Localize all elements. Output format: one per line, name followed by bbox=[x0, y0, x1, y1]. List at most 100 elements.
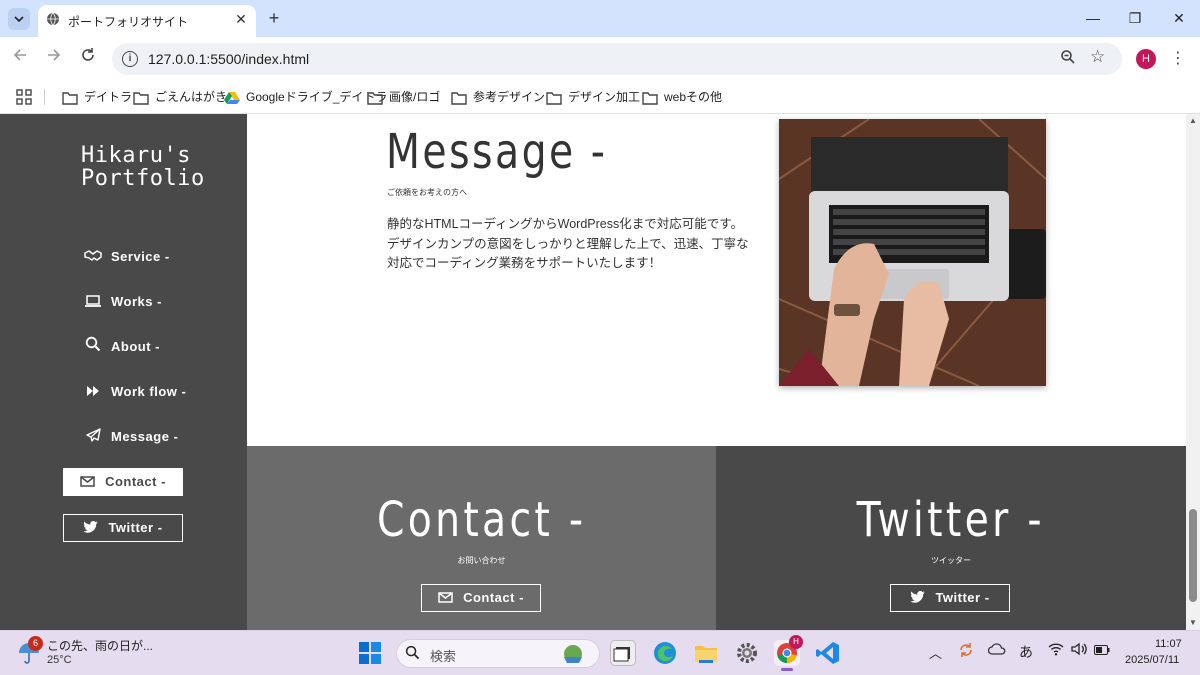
chevron-down-icon bbox=[14, 16, 24, 23]
folder-icon bbox=[367, 92, 383, 105]
scroll-up-arrow-icon[interactable]: ▲ bbox=[1189, 116, 1197, 125]
sidebar-contact-button[interactable]: Contact - bbox=[63, 468, 183, 496]
nav-label: Service - bbox=[111, 249, 170, 264]
folder-icon bbox=[642, 92, 658, 105]
arrow-right-icon bbox=[48, 49, 61, 61]
handshake-icon bbox=[84, 247, 102, 269]
button-label: Twitter - bbox=[935, 590, 990, 605]
bookmark-star-icon[interactable]: ☆ bbox=[1090, 47, 1105, 67]
profile-avatar[interactable]: H bbox=[1136, 49, 1156, 69]
message-section-subtitle: ご依頼をお考えの方へ bbox=[387, 188, 467, 197]
contact-button[interactable]: Contact - bbox=[421, 584, 541, 612]
bookmark-label: デイトラ bbox=[84, 90, 133, 104]
bookmark-item[interactable]: デイトラ bbox=[62, 87, 132, 107]
envelope-icon bbox=[438, 586, 453, 612]
vscode-icon[interactable] bbox=[815, 640, 841, 666]
search-icon bbox=[84, 336, 102, 359]
edge-browser-icon[interactable] bbox=[652, 640, 678, 666]
tab-close-icon[interactable]: ✕ bbox=[234, 11, 248, 27]
bookmarks-bar: デイトラ ごえんはがき Googleドライブ_デイトラ 画像/ロゴ 参考デザイン… bbox=[0, 80, 1200, 114]
scroll-down-arrow-icon[interactable]: ▼ bbox=[1189, 618, 1197, 627]
laptop-photo bbox=[779, 119, 1046, 386]
nav-item-service[interactable]: Service - bbox=[84, 246, 170, 268]
new-tab-button[interactable]: + bbox=[264, 8, 284, 28]
arrow-left-icon bbox=[13, 49, 26, 61]
nav-item-message[interactable]: Message - bbox=[84, 426, 178, 448]
logo-line-2: Portfolio bbox=[81, 166, 205, 191]
maximize-button[interactable]: ❐ bbox=[1124, 8, 1146, 28]
zoom-icon[interactable] bbox=[1060, 49, 1076, 69]
twitter-bird-icon bbox=[910, 586, 926, 612]
weather-temp: 25°C bbox=[47, 654, 72, 666]
nav-label: About - bbox=[111, 339, 160, 354]
address-bar[interactable]: i 127.0.0.1:5500/index.html ☆ bbox=[112, 43, 1122, 75]
folder-icon bbox=[62, 92, 78, 105]
more-menu-icon[interactable]: ⋮ bbox=[1170, 47, 1186, 71]
bookmark-item[interactable]: ごえんはがき bbox=[133, 87, 227, 107]
bookmark-label: 画像/ロゴ bbox=[389, 90, 441, 104]
clock-date: 2025/07/11 bbox=[1125, 654, 1180, 666]
minimize-button[interactable]: — bbox=[1082, 8, 1104, 28]
tab-search-button[interactable] bbox=[8, 8, 30, 30]
bookmark-item[interactable]: 参考デザイン bbox=[451, 87, 545, 107]
google-drive-icon bbox=[224, 92, 240, 104]
close-window-button[interactable]: ✕ bbox=[1168, 8, 1190, 28]
battery-icon[interactable] bbox=[1094, 642, 1110, 658]
taskbar-search[interactable]: 検索 bbox=[396, 639, 600, 668]
envelope-icon bbox=[80, 470, 95, 496]
tray-overflow-chevron-icon[interactable]: ︿ bbox=[929, 643, 942, 662]
task-view-icon[interactable] bbox=[610, 640, 636, 666]
search-placeholder: 検索 bbox=[430, 649, 457, 664]
wifi-icon[interactable] bbox=[1048, 642, 1064, 659]
contact-section-subtitle: お問い合わせ bbox=[457, 556, 506, 565]
apps-grid-icon[interactable] bbox=[16, 87, 38, 107]
nav-label: Work flow - bbox=[111, 384, 187, 399]
search-icon bbox=[405, 645, 420, 664]
url-text[interactable]: 127.0.0.1:5500/index.html bbox=[148, 51, 309, 67]
weather-text: この先、雨の日が... bbox=[47, 639, 154, 653]
twitter-section-subtitle: ツイッター bbox=[931, 556, 971, 565]
message-body-line: 静的なHTMLコーディングからWordPress化まで対応可能です。 bbox=[387, 217, 743, 231]
reload-button[interactable] bbox=[76, 47, 100, 71]
nav-item-workflow[interactable]: Work flow - bbox=[84, 381, 186, 403]
scrollbar-thumb[interactable] bbox=[1189, 509, 1197, 602]
bookmark-item[interactable]: Googleドライブ_デイトラ bbox=[224, 87, 387, 107]
settings-gear-icon[interactable] bbox=[734, 640, 760, 666]
file-explorer-icon[interactable] bbox=[693, 640, 719, 666]
contact-section: Contact - お問い合わせ Contact - bbox=[247, 446, 716, 630]
twitter-button[interactable]: Twitter - bbox=[890, 584, 1010, 612]
sidebar-twitter-button[interactable]: Twitter - bbox=[63, 514, 183, 542]
nav-item-about[interactable]: About - bbox=[84, 336, 160, 358]
page-scrollbar[interactable]: ▲ ▼ bbox=[1186, 114, 1200, 630]
forward-button[interactable] bbox=[42, 47, 66, 71]
nav-item-works[interactable]: Works - bbox=[84, 291, 162, 313]
chrome-browser-icon[interactable]: H bbox=[774, 635, 803, 671]
ime-indicator[interactable]: あ bbox=[1019, 642, 1033, 662]
site-logo[interactable]: Hikaru's Portfolio bbox=[81, 144, 205, 190]
twitter-section: Twitter - ツイッター Twitter - bbox=[716, 446, 1186, 630]
browser-tab[interactable]: ポートフォリオサイト ✕ bbox=[38, 5, 256, 37]
active-app-indicator bbox=[781, 668, 793, 671]
laptop-icon bbox=[84, 292, 102, 314]
bookmark-item[interactable]: 画像/ロゴ bbox=[367, 87, 440, 107]
globe-icon bbox=[47, 12, 59, 26]
bookmark-item[interactable]: デザイン加工 bbox=[546, 87, 640, 107]
button-label: Twitter - bbox=[108, 520, 163, 535]
paper-plane-icon bbox=[84, 427, 102, 449]
sidebar: Hikaru's Portfolio Service - Works - Abo… bbox=[0, 114, 247, 630]
site-info-icon[interactable]: i bbox=[122, 51, 138, 67]
sync-icon[interactable] bbox=[958, 642, 974, 661]
twitter-section-title: Twitter - bbox=[856, 492, 1046, 548]
logo-line-1: Hikaru's bbox=[81, 143, 191, 168]
twitter-bird-icon bbox=[83, 516, 99, 542]
folder-icon bbox=[133, 92, 149, 105]
onedrive-cloud-icon[interactable] bbox=[987, 642, 1006, 658]
browser-tab-bar: ポートフォリオサイト ✕ + — ❐ ✕ bbox=[0, 0, 1200, 37]
back-button[interactable] bbox=[8, 47, 32, 71]
speaker-icon[interactable] bbox=[1071, 642, 1087, 659]
nav-label: Message - bbox=[111, 429, 179, 444]
contact-section-title: Contact - bbox=[376, 492, 587, 548]
windows-start-icon[interactable] bbox=[359, 642, 381, 664]
message-section-title: Message - bbox=[386, 124, 608, 180]
bookmark-item[interactable]: webその他 bbox=[642, 87, 722, 107]
